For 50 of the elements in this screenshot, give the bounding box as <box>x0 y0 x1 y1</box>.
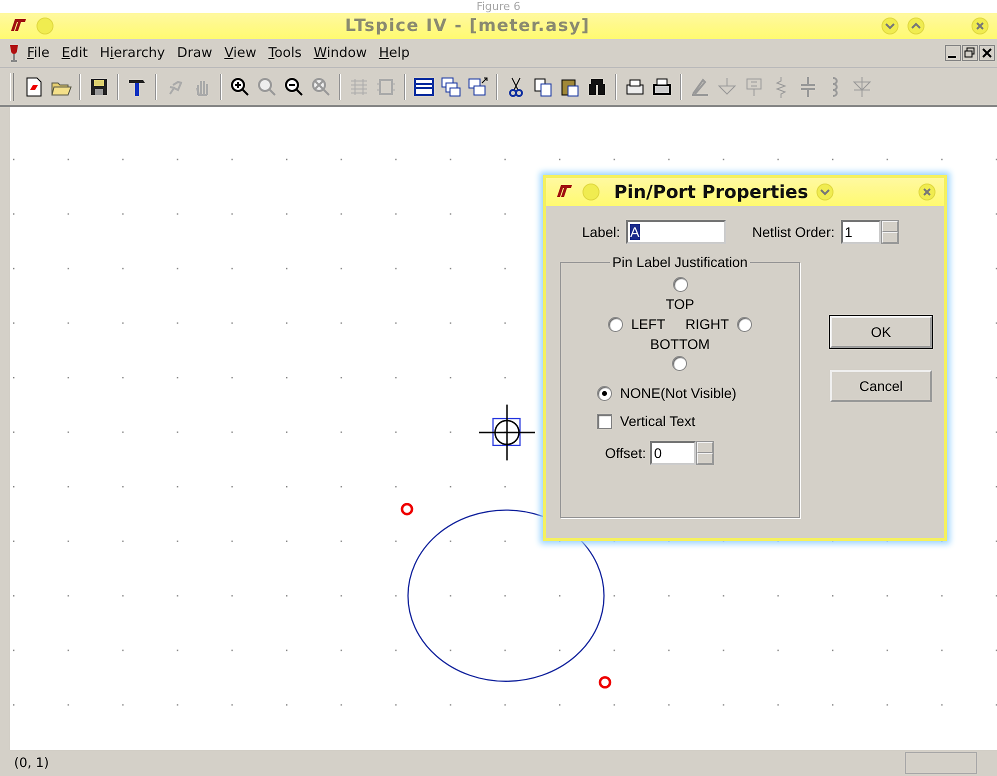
menu-item[interactable]: Tools <box>263 43 307 63</box>
option-label: RIGHT <box>685 316 729 332</box>
pin-square <box>492 418 521 446</box>
radio-button[interactable] <box>672 277 688 292</box>
crosshair-cursor <box>478 404 536 462</box>
zoom-icon[interactable] <box>256 76 278 98</box>
option-label: NONE(Not Visible) <box>620 385 736 401</box>
zoom-cancel-icon[interactable] <box>310 76 332 98</box>
menu-item[interactable]: Window <box>308 43 372 63</box>
figure-caption: Figure 6 <box>476 0 521 13</box>
close-button[interactable] <box>979 45 995 61</box>
checkbox-label: Vertical Text <box>620 413 696 429</box>
wine-glass-icon <box>8 43 20 63</box>
option-label: TOP <box>666 296 694 312</box>
tile-windows-icon[interactable] <box>413 76 435 98</box>
dialog-button[interactable]: OK <box>830 316 932 348</box>
menu-item[interactable]: File <box>22 43 55 63</box>
option-label: LEFT <box>631 316 666 332</box>
status-coordinates: (0, 1) <box>14 756 49 770</box>
radio-button[interactable] <box>597 386 612 400</box>
zoom-out-icon[interactable] <box>283 76 305 98</box>
radio-button[interactable] <box>736 316 752 332</box>
menu-item[interactable]: Draw <box>172 43 218 63</box>
maximize-button[interactable] <box>907 17 925 35</box>
field-label: Offset: <box>605 445 646 461</box>
restore-button[interactable] <box>962 45 978 61</box>
status-pane <box>905 752 977 774</box>
dialog-button[interactable]: Cancel <box>830 370 932 402</box>
menu-item[interactable]: Edit <box>56 43 93 63</box>
window-title: LTspice IV - [meter.asy] <box>344 16 591 36</box>
cascade-windows-icon[interactable] <box>440 76 462 98</box>
pin-marker <box>400 502 414 516</box>
checkbox[interactable] <box>597 414 612 428</box>
radio-button[interactable] <box>672 356 688 371</box>
copy-icon[interactable] <box>532 76 554 98</box>
pin-marker <box>598 676 612 689</box>
menu-item[interactable]: Help <box>374 43 415 63</box>
minimize-button[interactable] <box>945 45 961 61</box>
radio-button[interactable] <box>608 316 624 332</box>
field-label: Netlist Order: <box>752 224 835 240</box>
printer-icon[interactable] <box>651 76 673 98</box>
menu-item[interactable]: Hierarchy <box>94 43 170 63</box>
option-label: BOTTOM <box>650 336 710 352</box>
group-title: Pin Label Justification <box>610 254 750 270</box>
cascade-windows-icon[interactable] <box>467 76 489 98</box>
menu-item[interactable]: View <box>219 43 262 63</box>
zoom-in-icon[interactable] <box>229 76 251 98</box>
dialog-title: Pin/Port Properties <box>613 182 808 202</box>
field-label: Label: <box>582 224 620 240</box>
label-input-field[interactable]: A <box>626 220 726 244</box>
